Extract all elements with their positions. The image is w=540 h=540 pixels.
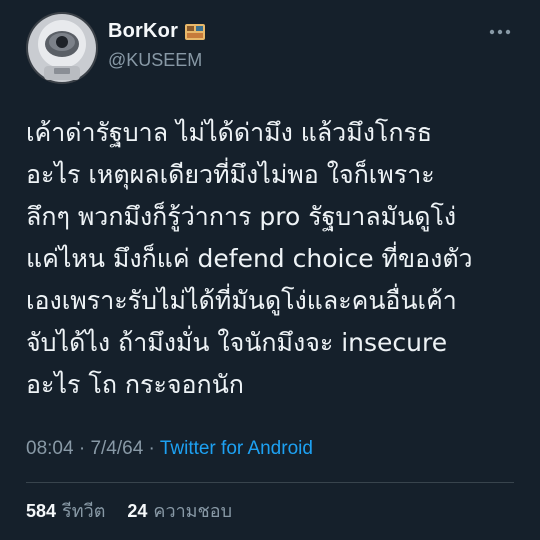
tweet-line: แค่ไหน มึงก็แค่ defend choice ที่ของตัว [26, 244, 473, 273]
likes-label[interactable]: ความชอบ [153, 496, 232, 525]
tweet-date[interactable]: 7/4/64 [90, 438, 143, 459]
tweet-card: BorKor @KUSEEM เค้าด่ารัฐบาล ไม่ได้ด่ามึ… [0, 0, 540, 540]
avatar[interactable] [26, 12, 98, 84]
divider [26, 482, 514, 483]
display-name[interactable]: BorKor [108, 20, 178, 43]
tweet-stats: 584 รีทวีต 24 ความชอบ [26, 496, 232, 525]
tweet-text: เค้าด่ารัฐบาล ไม่ได้ด่ามึง แล้วมึงโกรธ อ… [26, 112, 526, 406]
emoji-badge-icon [184, 22, 206, 42]
retweets-count[interactable]: 584 [26, 501, 56, 522]
author-handle[interactable]: @KUSEEM [108, 50, 202, 71]
more-horizontal-icon[interactable] [486, 22, 514, 42]
tweet-source-link[interactable]: Twitter for Android [160, 438, 313, 459]
retweets-label[interactable]: รีทวีต [62, 496, 105, 525]
tweet-line: ลึกๆ พวกมึงก็รู้ว่าการ pro รัฐบาลมันดูโง… [26, 202, 457, 231]
author-name-row: BorKor [108, 20, 206, 43]
tweet-time[interactable]: 08:04 [26, 438, 74, 459]
meta-separator: · [78, 438, 86, 459]
tweet-line: จับได้ไง ถ้ามึงมั่น ใจนักมึงจะ insecure [26, 328, 448, 357]
tweet-meta: 08:04 · 7/4/64 · Twitter for Android [26, 438, 313, 460]
likes-count[interactable]: 24 [127, 501, 147, 522]
tweet-line: เองเพราะรับไม่ได้ที่มันดูโง่และคนอื่นเค้… [26, 286, 457, 315]
tweet-line: อะไร โถ กระจอกนัก [26, 370, 244, 399]
tweet-line: เค้าด่ารัฐบาล ไม่ได้ด่ามึง แล้วมึงโกรธ [26, 118, 433, 147]
astronaut-avatar-icon [26, 12, 98, 84]
meta-separator: · [148, 438, 155, 459]
tweet-line: อะไร เหตุผลเดียวที่มึงไม่พอ ใจก็เพราะ [26, 160, 435, 189]
